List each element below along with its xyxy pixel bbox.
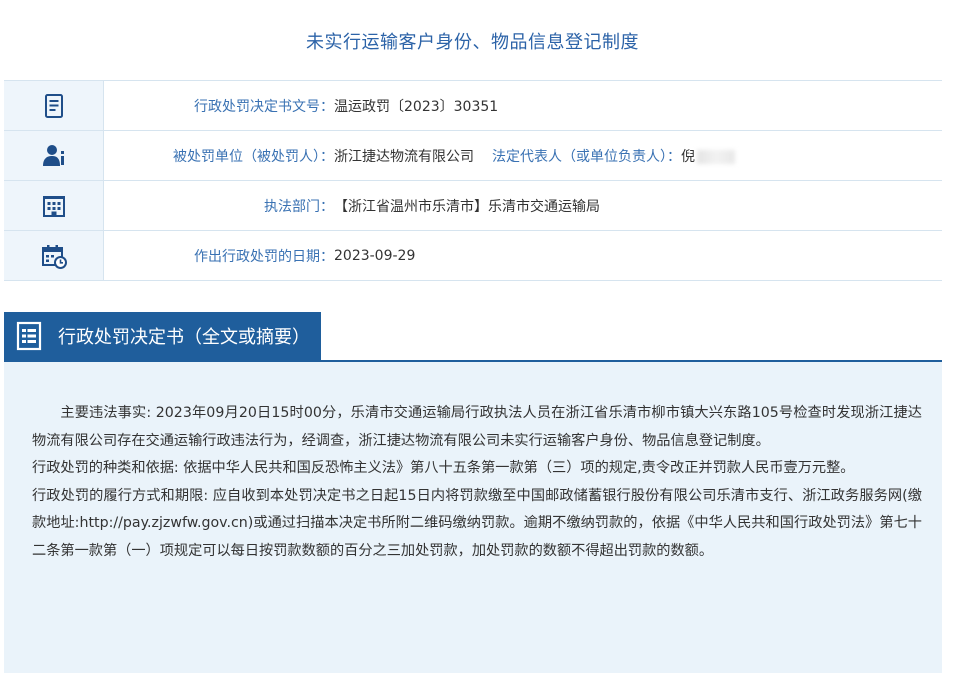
info-icon-cell (4, 131, 104, 180)
section-tab: 行政处罚决定书（全文或摘要） (4, 312, 321, 360)
paragraph-payment-terms: 行政处罚的履行方式和期限: 应自收到本处罚决定书之日起15日内将罚款缴至中国邮政… (32, 487, 922, 559)
party-label: 被处罚单位（被处罚人）： (173, 148, 334, 165)
paragraph-violation-facts: 主要违法事实: 2023年09月20日15时00分，乐清市交通运输局行政执法人员… (32, 405, 922, 449)
calendar-clock-icon (41, 244, 67, 269)
user-icon (42, 144, 64, 166)
date-value: 2023-09-29 (334, 247, 416, 264)
decision-content: 主要违法事实: 2023年09月20日15时00分，乐清市交通运输局行政执法人员… (4, 362, 942, 673)
section-header: 行政处罚决定书（全文或摘要） (4, 312, 942, 362)
doc-number-value: 温运政罚〔2023〕30351 (334, 98, 499, 115)
section-title: 行政处罚决定书（全文或摘要） (58, 327, 310, 348)
info-table: 行政处罚决定书文号： 温运政罚〔2023〕30351 被处罚单位（被处罚人）： … (4, 80, 942, 281)
paragraph-penalty-basis: 行政处罚的种类和依据: 依据中华人民共和国反恐怖主义法》第八十五条第一款第（三）… (32, 460, 855, 476)
building-icon (42, 195, 65, 217)
info-row-party: 被处罚单位（被处罚人）： 浙江捷达物流有限公司 法定代表人（或单位负责人）： 倪 (4, 131, 942, 181)
legal-rep-value: 倪 (681, 146, 735, 166)
info-row-department: 执法部门： 【浙江省温州市乐清市】乐清市交通运输局 (4, 181, 942, 231)
department-value: 【浙江省温州市乐清市】乐清市交通运输局 (334, 198, 600, 215)
redacted-mask (697, 149, 735, 164)
legal-rep-label: 法定代表人（或单位负责人）： (492, 148, 681, 165)
info-icon-cell (4, 181, 104, 230)
page-title: 未实行运输客户身份、物品信息登记制度 (306, 32, 639, 53)
info-icon-cell (4, 81, 104, 130)
party-value: 浙江捷达物流有限公司 (334, 148, 474, 165)
date-label: 作出行政处罚的日期： (194, 248, 334, 265)
legal-rep-name: 倪 (681, 148, 695, 165)
doc-number-label: 行政处罚决定书文号： (194, 98, 334, 115)
department-label: 执法部门： (264, 198, 334, 215)
info-row-date: 作出行政处罚的日期： 2023-09-29 (4, 231, 942, 281)
document-icon (44, 93, 63, 118)
document-list-icon (16, 321, 42, 351)
info-icon-cell (4, 231, 104, 280)
info-row-doc-number: 行政处罚决定书文号： 温运政罚〔2023〕30351 (4, 81, 942, 131)
